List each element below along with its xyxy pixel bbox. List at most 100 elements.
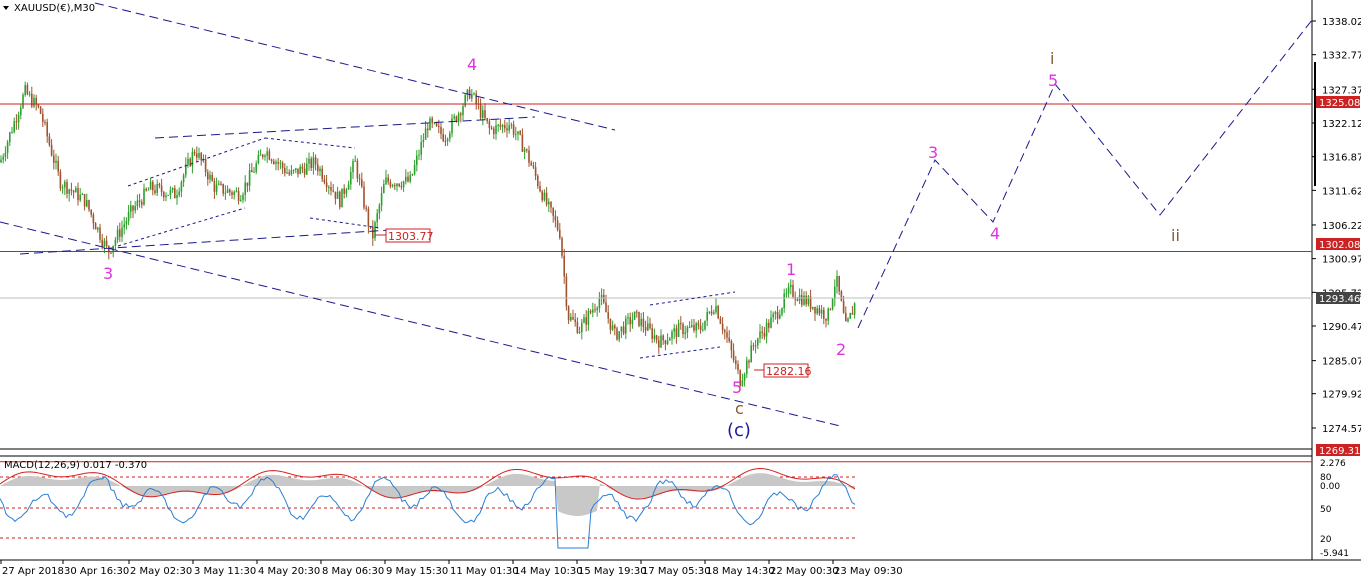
candle-body bbox=[435, 122, 438, 127]
candle-body bbox=[237, 191, 240, 202]
candle-body bbox=[792, 284, 794, 297]
candle-body bbox=[581, 322, 583, 333]
candle-body bbox=[658, 340, 660, 348]
price-axis[interactable]: 1338.02 1332.77 1327.37 1322.12 1316.87 1311.… bbox=[1312, 17, 1361, 435]
candle-body bbox=[198, 153, 200, 158]
candle-body bbox=[611, 325, 614, 330]
candle-body bbox=[561, 238, 563, 256]
candle-body bbox=[713, 312, 715, 314]
time-tick-label: 8 May 06:30 bbox=[322, 566, 384, 577]
candle-body bbox=[649, 323, 651, 329]
upper-channel-line[interactable] bbox=[94, 2, 616, 131]
level-tag-1303: 1303.77 bbox=[388, 230, 434, 243]
level-tag-1282: 1282.16 bbox=[766, 365, 812, 378]
candle-body bbox=[367, 208, 370, 227]
candle-body bbox=[512, 124, 515, 135]
candle-body bbox=[328, 187, 330, 189]
candle-body bbox=[556, 220, 559, 230]
candle-body bbox=[83, 194, 86, 207]
candle-body bbox=[176, 195, 178, 199]
candle-body bbox=[22, 94, 24, 108]
candle-body bbox=[559, 229, 561, 239]
candle-body bbox=[836, 275, 838, 287]
macd-axis-max: 2.276 bbox=[1320, 459, 1346, 469]
candle-body bbox=[233, 191, 235, 195]
projected-wave-path[interactable] bbox=[857, 19, 1313, 329]
macd-pane[interactable]: MACD(12,26,9) 0.017 -0.370 2.276 80 0.00… bbox=[0, 459, 1349, 559]
wave-1-label: 1 bbox=[786, 260, 796, 279]
candle-body bbox=[130, 205, 132, 212]
time-tick-label: 14 May 10:30 bbox=[514, 566, 583, 577]
lower-channel-line[interactable] bbox=[0, 221, 841, 427]
wave-c-label: c bbox=[735, 399, 744, 418]
candle-body bbox=[158, 183, 161, 186]
candle-body bbox=[266, 151, 268, 156]
candle-body bbox=[240, 199, 242, 202]
chart-window[interactable]: 3 4 5 c (c) 1 2 3 4 5 i ii 1303.77 1282.… bbox=[0, 0, 1361, 582]
candle-body bbox=[165, 195, 167, 198]
candle-body bbox=[391, 185, 394, 187]
candle-body bbox=[332, 190, 334, 192]
triangle-down-icon[interactable] bbox=[3, 6, 9, 10]
candle-body bbox=[772, 314, 774, 318]
candle-body bbox=[750, 345, 752, 363]
candle-body bbox=[840, 291, 843, 301]
price-tick-label: 1300.97 bbox=[1322, 255, 1361, 266]
candle-body bbox=[845, 312, 847, 322]
triangle-lower-line[interactable] bbox=[19, 229, 391, 255]
candle-body bbox=[515, 134, 517, 136]
candle-body bbox=[207, 172, 209, 180]
candle-body bbox=[66, 181, 68, 194]
time-axis[interactable]: 27 Apr 2018 30 Apr 16:30 2 May 02:30 3 May … bbox=[0, 560, 903, 577]
candle-body bbox=[88, 200, 90, 210]
candle-body bbox=[189, 158, 191, 167]
candle-body bbox=[732, 350, 735, 361]
candle-body bbox=[270, 159, 273, 162]
axis-level-tags: 1325.08 1302.08 1293.46 1269.31 bbox=[1316, 96, 1360, 457]
wave-4-projected-label: 4 bbox=[990, 224, 1000, 243]
candle-body bbox=[149, 181, 152, 190]
wave-channels[interactable] bbox=[117, 137, 736, 359]
candle-body bbox=[451, 118, 453, 134]
price-tick-label: 1338.02 bbox=[1322, 17, 1361, 28]
candle-body bbox=[851, 313, 854, 315]
trendlines[interactable] bbox=[0, 2, 841, 427]
candle-body bbox=[341, 188, 343, 208]
candle-body bbox=[517, 131, 519, 135]
candle-body bbox=[48, 136, 51, 145]
candle-body bbox=[53, 155, 55, 163]
price-tick-label: 1327.37 bbox=[1322, 85, 1361, 96]
time-tick-label: 23 May 09:30 bbox=[834, 566, 903, 577]
candle-body bbox=[387, 177, 389, 182]
candle-body bbox=[224, 192, 227, 194]
candle-body bbox=[72, 190, 75, 193]
candle-body bbox=[763, 332, 766, 337]
candle-body bbox=[169, 189, 172, 195]
axis-tag-current: 1293.46 bbox=[1319, 294, 1360, 305]
candle-body bbox=[92, 214, 95, 224]
axis-tag-1302: 1302.08 bbox=[1319, 240, 1360, 251]
candle-body bbox=[587, 310, 590, 325]
candle-body bbox=[143, 188, 145, 205]
candle-body bbox=[319, 168, 321, 172]
candle-body bbox=[699, 325, 702, 330]
candle-body bbox=[235, 191, 238, 193]
triangle-upper-line[interactable] bbox=[154, 116, 536, 139]
candle-body bbox=[671, 331, 673, 339]
candle-body bbox=[409, 175, 411, 182]
time-tick-label: 30 Apr 16:30 bbox=[64, 566, 129, 577]
candle-body bbox=[596, 308, 598, 311]
candle-body bbox=[121, 227, 123, 237]
candle-body bbox=[592, 309, 594, 313]
candle-body bbox=[356, 160, 359, 179]
candle-body bbox=[440, 127, 442, 134]
candle-body bbox=[523, 149, 526, 152]
candle-body bbox=[15, 121, 18, 123]
candle-body bbox=[785, 293, 788, 295]
candle-body bbox=[308, 158, 310, 164]
candle-body bbox=[704, 320, 706, 330]
candle-body bbox=[310, 158, 312, 169]
candle-body bbox=[497, 124, 499, 126]
candle-body bbox=[660, 335, 662, 348]
candle-body bbox=[464, 95, 466, 107]
